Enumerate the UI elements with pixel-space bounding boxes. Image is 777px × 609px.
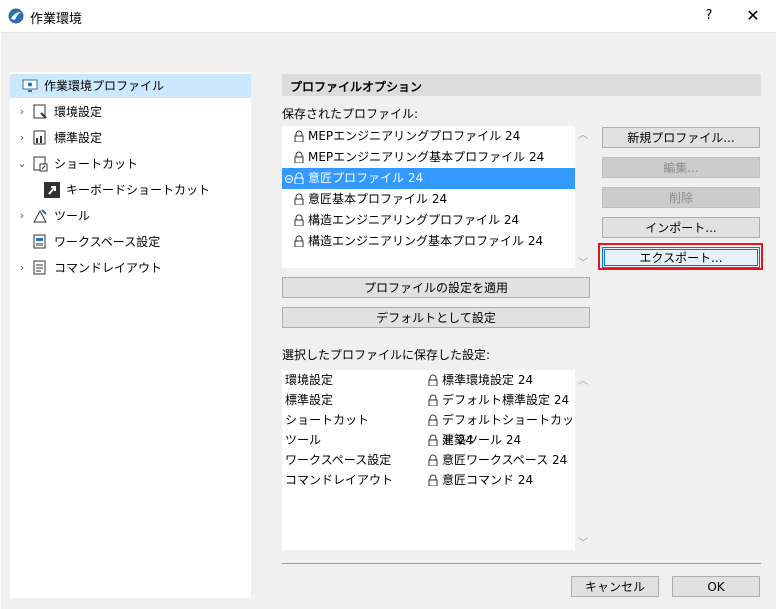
setting-name: ワークスペース設定 — [285, 453, 392, 467]
command-layout-icon — [33, 260, 46, 275]
settings-row: 標準設定 デフォルト標準設定 24 — [282, 390, 575, 410]
tree-item-label: ワークスペース設定 — [54, 235, 161, 249]
footer-divider — [282, 563, 761, 564]
saved-settings-list[interactable]: 環境設定 標準環境設定 24 標準設定 デフォルト標準設定 24 ショートカット… — [282, 370, 588, 550]
tree-item-command-layout[interactable]: › コマンドレイアウト — [10, 256, 251, 280]
lock-icon — [428, 474, 438, 486]
saved-profiles-list[interactable]: MEPエンジニアリングプロファイル 24 MEPエンジニアリング基本プロファイル… — [282, 126, 588, 269]
profile-name: MEPエンジニアリングプロファイル 24 — [308, 129, 521, 143]
setting-value: デフォルト標準設定 24 — [442, 393, 570, 407]
profile-name: 構造エンジニアリング基本プロファイル 24 — [308, 234, 544, 248]
delete-button[interactable]: 削除 — [602, 187, 760, 208]
setting-value: 標準環境設定 24 — [442, 373, 534, 387]
setting-value: 意匠ワークスペース 24 — [442, 453, 568, 467]
monitor-profile-icon — [22, 79, 38, 92]
setting-value: 建築ツール 24 — [442, 433, 522, 447]
setting-value: 意匠コマンド 24 — [442, 473, 534, 487]
setting-name: 標準設定 — [285, 393, 334, 407]
setting-name: 環境設定 — [285, 373, 334, 387]
section-title: プロファイルオプション — [290, 80, 423, 94]
tree-item-label: ショートカット — [54, 157, 139, 171]
profile-name: MEPエンジニアリング基本プロファイル 24 — [308, 150, 545, 164]
app-logo-icon — [8, 8, 24, 24]
list-item[interactable]: MEPエンジニアリングプロファイル 24 — [282, 126, 575, 147]
profile-name: 意匠基本プロファイル 24 — [308, 192, 448, 206]
export-highlight-frame — [598, 243, 763, 270]
list-item-selected[interactable]: 意匠プロファイル 24 — [282, 168, 575, 189]
active-profile-icon — [285, 175, 293, 183]
new-profile-button[interactable]: 新規プロファイル... — [602, 127, 760, 148]
list-item[interactable]: 構造エンジニアリング基本プロファイル 24 — [282, 231, 575, 252]
ok-button[interactable]: OK — [672, 576, 760, 597]
tree-item-label: コマンドレイアウト — [54, 261, 163, 275]
chevron-right-icon[interactable]: › — [16, 204, 28, 228]
window-title: 作業環境 — [30, 12, 83, 27]
cancel-button[interactable]: キャンセル — [571, 576, 659, 597]
shortcut-icon — [33, 156, 48, 172]
tree-item-label: 標準設定 — [54, 131, 103, 145]
tree-item-label: 環境設定 — [54, 105, 103, 119]
scroll-up-icon[interactable]: ︿ — [578, 126, 588, 141]
lock-icon — [428, 454, 438, 466]
environment-settings-icon — [33, 104, 47, 119]
list-item[interactable]: 構造エンジニアリングプロファイル 24 — [282, 210, 575, 231]
tree-item-label: キーボードショートカット — [66, 183, 211, 197]
chevron-right-icon[interactable]: › — [16, 100, 28, 124]
setting-name: ショートカット — [285, 413, 370, 427]
setting-name: ツール — [285, 433, 322, 447]
tree-item-shortcuts[interactable]: ⌄ ショートカット — [10, 152, 251, 176]
tree-item-workspace[interactable]: ワークスペース設定 — [10, 230, 251, 254]
keyboard-shortcut-icon — [44, 182, 60, 198]
saved-profiles-label: 保存されたプロファイル: — [282, 107, 419, 121]
close-button[interactable]: ✕ — [738, 4, 768, 28]
settings-row: ショートカット デフォルトショートカット 24 — [282, 410, 575, 447]
settings-row: ワークスペース設定 意匠ワークスペース 24 — [282, 450, 575, 470]
settings-row: 環境設定 標準環境設定 24 — [282, 370, 575, 390]
list-item[interactable]: 意匠基本プロファイル 24 — [282, 189, 575, 210]
lock-icon — [294, 235, 304, 247]
tree-item-label: 作業環境プロファイル — [44, 79, 165, 93]
tree-item-keyboard-shortcuts[interactable]: キーボードショートカット — [10, 178, 251, 202]
lock-icon — [294, 130, 304, 142]
lock-icon — [428, 414, 438, 426]
tools-icon — [33, 209, 47, 223]
settings-row: ツール 建築ツール 24 — [282, 430, 575, 450]
workspace-icon — [33, 234, 46, 249]
settings-row: コマンドレイアウト 意匠コマンド 24 — [282, 470, 575, 490]
profile-options-header: プロファイルオプション — [282, 74, 761, 96]
profile-name: 意匠プロファイル 24 — [308, 171, 424, 185]
scroll-up-icon[interactable]: ︿ — [578, 372, 588, 387]
standard-settings-icon — [33, 130, 46, 145]
set-default-button[interactable]: デフォルトとして設定 — [282, 307, 590, 328]
tree-item-environment-settings[interactable]: › 環境設定 — [10, 100, 251, 124]
saved-settings-label: 選択したプロファイルに保存した設定: — [282, 348, 491, 362]
list-item[interactable]: MEPエンジニアリング基本プロファイル 24 — [282, 147, 575, 168]
setting-name: コマンドレイアウト — [285, 473, 394, 487]
lock-icon — [294, 193, 304, 205]
title-bar: 作業環境 ? ✕ — [0, 0, 777, 32]
scroll-down-icon[interactable]: ﹀ — [578, 254, 588, 269]
lock-icon — [428, 394, 438, 406]
lock-icon — [294, 172, 304, 184]
profile-name: 構造エンジニアリングプロファイル 24 — [308, 213, 520, 227]
lock-icon — [428, 434, 438, 446]
import-button[interactable]: インポート... — [602, 217, 760, 238]
edit-button[interactable]: 編集... — [602, 157, 760, 178]
lock-icon — [294, 151, 304, 163]
tree-item-tools[interactable]: › ツール — [10, 204, 251, 228]
tree-item-work-environment-profile[interactable]: 作業環境プロファイル — [10, 74, 251, 98]
help-button[interactable]: ? — [698, 4, 720, 28]
lock-icon — [294, 214, 304, 226]
settings-tree[interactable]: 作業環境プロファイル › 環境設定 › 標準設定 ⌄ ショートカット キーボード… — [10, 72, 251, 598]
chevron-right-icon[interactable]: › — [16, 256, 28, 280]
chevron-down-icon[interactable]: ⌄ — [16, 152, 28, 176]
lock-icon — [428, 374, 438, 386]
chevron-right-icon[interactable]: › — [16, 126, 28, 150]
tree-item-standard-settings[interactable]: › 標準設定 — [10, 126, 251, 150]
scroll-down-icon[interactable]: ﹀ — [578, 534, 588, 549]
apply-profile-button[interactable]: プロファイルの設定を適用 — [282, 277, 590, 298]
tree-item-label: ツール — [54, 209, 91, 223]
